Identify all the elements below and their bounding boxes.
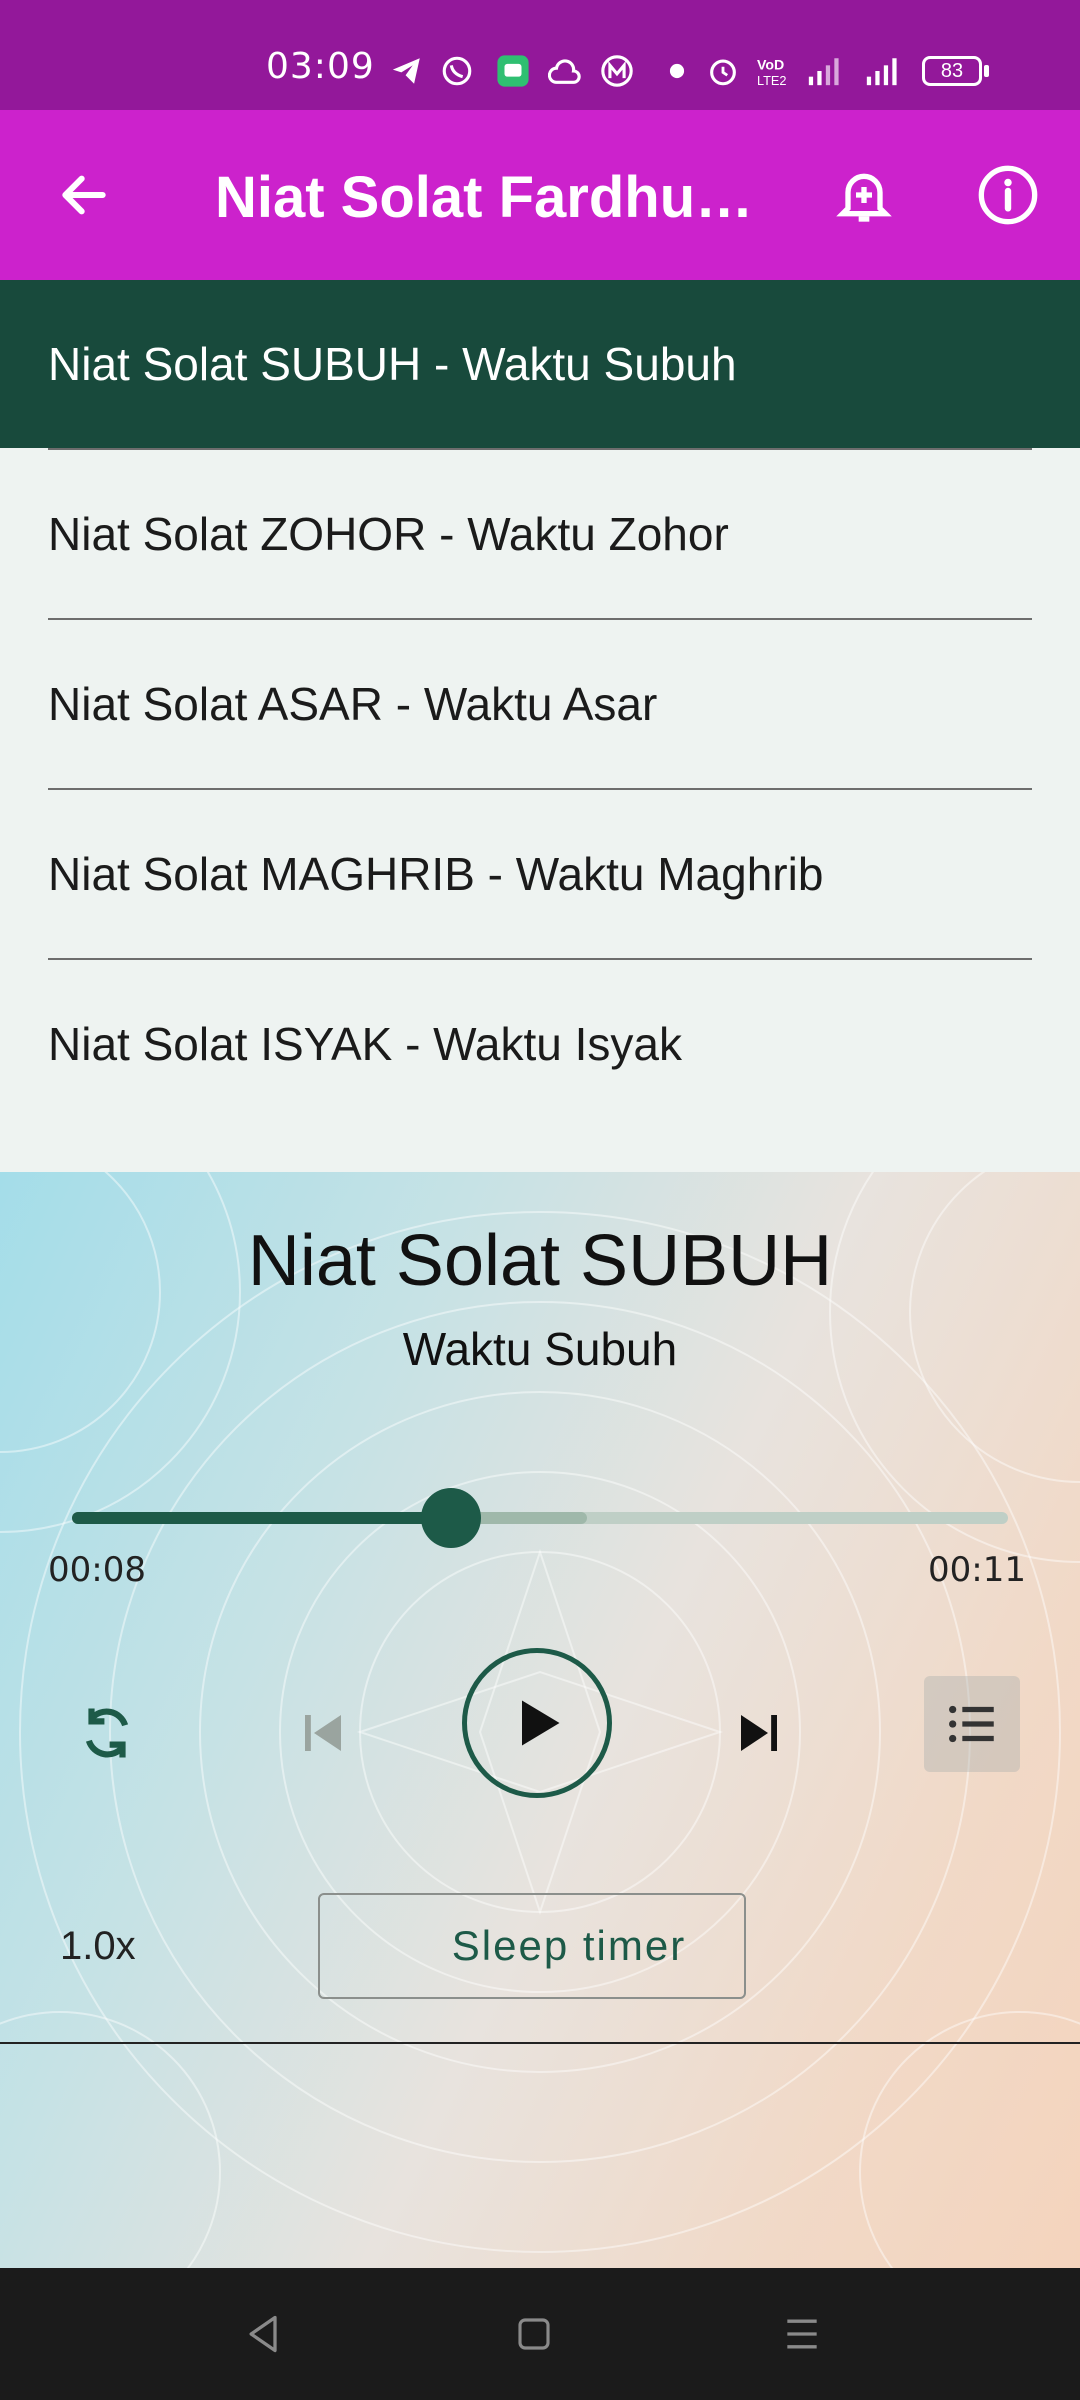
telegram-icon [392,58,420,84]
playlist-toggle-button[interactable] [924,1676,1020,1772]
next-button[interactable] [714,1688,804,1778]
svg-text:LTE2: LTE2 [757,73,787,88]
cloud-icon [548,59,581,84]
battery-tip [984,65,989,77]
list-item[interactable]: Niat Solat MAGHRIB - Waktu Maghrib [0,790,1080,958]
messages-icon [497,55,529,87]
battery-icon: 83 [922,56,982,86]
play-icon [522,1700,560,1746]
seek-progress [72,1512,452,1524]
playback-speed-button[interactable]: 1.0x [60,1924,136,1969]
volte-icon: VoDLTE2 [757,58,787,88]
player-panel: Niat Solat SUBUH Waktu Subuh 00:08 00:11… [0,1172,1080,2268]
signal-icon [808,58,839,86]
list-item[interactable]: Niat Solat ASAR - Waktu Asar [0,620,1080,788]
status-bar: 03:09 VoD LTE2 83 [0,0,1080,110]
back-button[interactable] [44,155,124,235]
nav-recents-button[interactable] [774,2306,830,2362]
skip-next-icon [741,1715,777,1751]
repeat-button[interactable] [62,1688,152,1778]
list-item-label: Niat Solat ZOHOR - Waktu Zohor [48,508,729,560]
play-button[interactable] [462,1648,612,1798]
nav-back-button[interactable] [236,2306,292,2362]
repeat-icon [85,1708,129,1758]
total-time: 00:11 [928,1550,1026,1590]
page-title: Niat Solat Fardhu … [215,165,755,230]
bell-plus-icon [836,173,892,222]
playlist: Niat Solat SUBUH - Waktu Subuh Niat Sola… [0,280,1080,1172]
list-item-label: Niat Solat SUBUH - Waktu Subuh [48,338,737,390]
sleep-timer-button[interactable]: Sleep timer [318,1893,746,1999]
track-title: Niat Solat SUBUH [247,1221,833,1301]
svg-text:VoD: VoD [757,58,784,74]
m-app-icon [601,55,633,87]
list-item[interactable]: Niat Solat ZOHOR - Waktu Zohor [0,450,1080,618]
app-bar: Niat Solat Fardhu … [0,110,1080,280]
alarm-icon [710,59,736,86]
add-reminder-button[interactable] [824,155,904,235]
divider [0,2042,1080,2044]
status-time: 03:09 [266,46,375,87]
moon-icon [387,1926,408,1966]
list-item-label: Niat Solat ISYAK - Waktu Isyak [48,1018,682,1070]
menu-lines-icon [787,2319,817,2349]
home-square-icon [518,2318,550,2350]
list-item[interactable]: Niat Solat ISYAK - Waktu Isyak [0,960,1080,1128]
battery-level: 83 [940,59,964,82]
system-nav-bar [0,2268,1080,2400]
arrow-left-icon [62,175,106,215]
track-subtitle: Waktu Subuh [402,1323,678,1375]
back-triangle-icon [249,2315,277,2353]
info-button[interactable] [968,155,1048,235]
list-item-label: Niat Solat MAGHRIB - Waktu Maghrib [48,848,824,900]
sleep-timer-label: Sleep timer [451,1922,687,1969]
list-item[interactable]: Niat Solat SUBUH - Waktu Subuh [0,280,1080,448]
nav-home-button[interactable] [506,2306,562,2362]
signal-icon [866,58,897,86]
seek-thumb[interactable] [421,1488,482,1548]
elapsed-time: 00:08 [48,1550,146,1590]
info-icon [978,165,1038,225]
list-item-label: Niat Solat ASAR - Waktu Asar [48,678,658,730]
dot-icon [669,63,685,79]
list-icon [949,1705,994,1743]
seek-bar[interactable] [72,1488,1008,1548]
skip-previous-icon [305,1715,341,1751]
previous-button[interactable] [278,1688,368,1778]
whatsapp-icon [442,56,472,86]
